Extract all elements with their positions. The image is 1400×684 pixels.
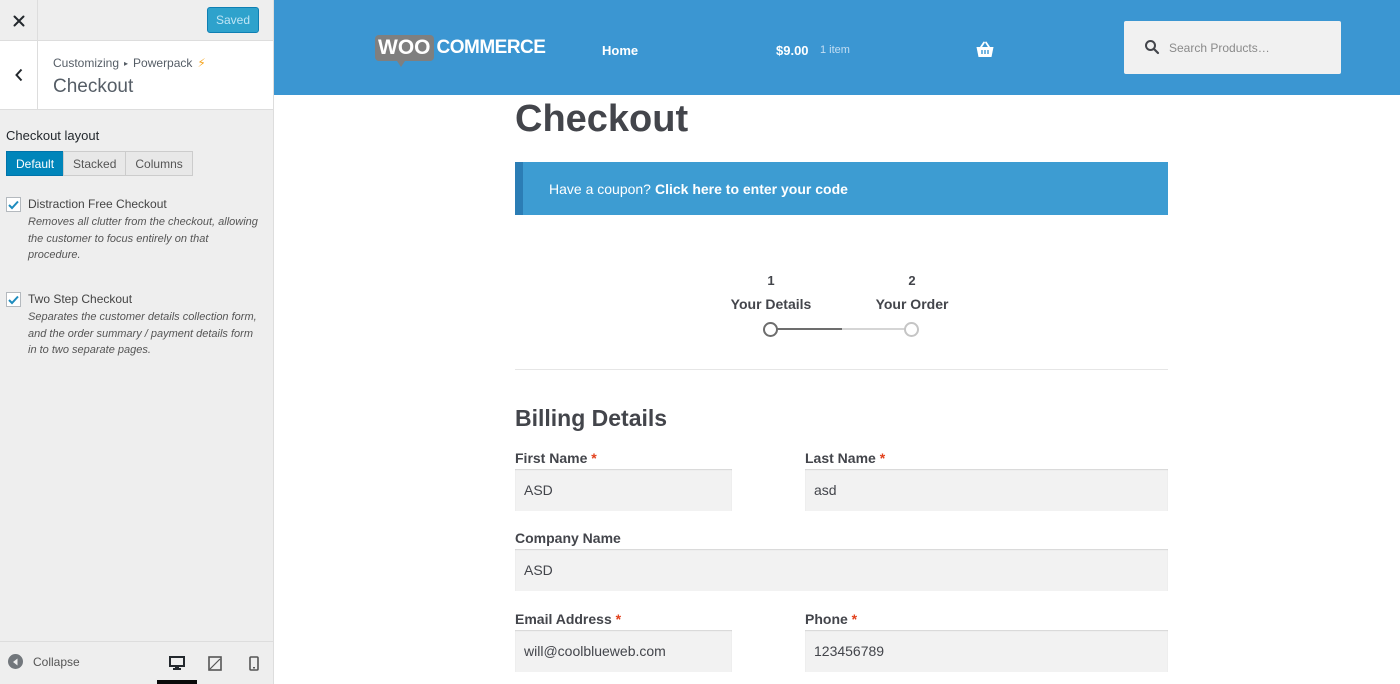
last-name-label-text: Last Name	[805, 450, 876, 466]
coupon-link[interactable]: Click here to enter your code	[655, 181, 848, 197]
email-label: Email Address *	[515, 611, 621, 627]
breadcrumb-separator-icon: ▸	[124, 58, 129, 68]
distraction-free-label[interactable]: Distraction Free Checkout	[28, 197, 167, 211]
layout-stacked-button[interactable]: Stacked	[63, 151, 127, 176]
email-label-text: Email Address	[515, 611, 612, 627]
customizer-footer: Collapse	[0, 641, 273, 684]
checkmark-icon	[8, 295, 19, 304]
layout-columns-button[interactable]: Columns	[125, 151, 193, 176]
desktop-preview-button[interactable]	[165, 652, 189, 674]
phone-label-text: Phone	[805, 611, 848, 627]
tablet-preview-button[interactable]	[203, 652, 227, 674]
step-progress-fill	[770, 328, 842, 330]
desktop-icon	[169, 656, 185, 670]
checkmark-icon	[8, 200, 19, 209]
required-marker: *	[591, 450, 597, 466]
tablet-icon	[208, 655, 222, 671]
chevron-left-icon	[14, 68, 22, 82]
first-name-label-text: First Name	[515, 450, 588, 466]
customizer-sidebar: Saved Customizing ▸ Powerpack ⚡ Checkout…	[0, 0, 274, 684]
required-marker: *	[615, 611, 622, 627]
search-input[interactable]	[1169, 37, 1329, 59]
section-divider	[515, 369, 1168, 370]
coupon-notice: Have a coupon? Click here to enter your …	[515, 162, 1168, 215]
distraction-free-description: Removes all clutter from the checkout, a…	[28, 216, 258, 261]
first-name-label: First Name *	[515, 450, 597, 466]
billing-details-heading: Billing Details	[515, 405, 668, 431]
phone-label: Phone *	[805, 611, 857, 627]
site-header: WOO COMMERCE Home $9.00 1 item	[274, 0, 1400, 95]
mobile-preview-button[interactable]	[242, 652, 266, 674]
basket-icon[interactable]	[975, 41, 995, 59]
section-title: Checkout	[53, 76, 134, 97]
product-search-box	[1124, 21, 1341, 74]
breadcrumb-root: Customizing	[53, 56, 120, 70]
active-device-indicator	[157, 680, 197, 684]
search-icon	[1145, 40, 1160, 55]
first-name-field[interactable]	[515, 469, 732, 511]
layout-default-button[interactable]: Default	[6, 151, 65, 176]
collapse-label: Collapse	[33, 654, 80, 669]
page-title: Checkout	[515, 98, 689, 140]
close-customizer-button[interactable]	[0, 0, 38, 41]
customizer-header: Saved	[0, 0, 273, 41]
company-name-label: Company Name	[515, 530, 621, 546]
step-2-dot[interactable]	[904, 322, 919, 337]
section-title-bar: Customizing ▸ Powerpack ⚡ Checkout	[0, 41, 273, 110]
two-step-label[interactable]: Two Step Checkout	[28, 292, 132, 306]
close-icon	[13, 15, 24, 26]
phone-field[interactable]	[805, 630, 1168, 672]
last-name-label: Last Name *	[805, 450, 885, 466]
cart-total-link[interactable]: $9.00	[776, 43, 809, 58]
logo-commerce-text: COMMERCE	[436, 37, 546, 58]
last-name-field[interactable]	[805, 469, 1168, 511]
collapse-button[interactable]: Collapse	[8, 654, 80, 669]
two-step-checkbox[interactable]	[6, 292, 21, 307]
required-marker: *	[851, 611, 858, 627]
step-1-label[interactable]: Your Details	[721, 296, 821, 312]
checkout-layout-button-group: Default Stacked Columns	[6, 151, 193, 176]
company-name-field[interactable]	[515, 549, 1168, 591]
coupon-text: Have a coupon?	[549, 180, 651, 197]
cart-item-count: 1 item	[820, 44, 850, 56]
back-button[interactable]	[0, 41, 38, 109]
breadcrumb-section: Powerpack	[133, 56, 193, 70]
step-1-dot[interactable]	[763, 322, 778, 337]
logo-woo-text: WOO	[375, 35, 434, 67]
email-field[interactable]	[515, 630, 732, 672]
bolt-icon: ⚡	[197, 56, 206, 70]
distraction-free-checkbox[interactable]	[6, 197, 21, 212]
breadcrumb: Customizing ▸ Powerpack ⚡	[53, 56, 206, 70]
nav-home-link[interactable]: Home	[602, 43, 638, 58]
required-marker: *	[879, 450, 886, 466]
saved-button[interactable]: Saved	[207, 7, 259, 33]
step-2-number: 2	[908, 273, 916, 288]
checkout-layout-label: Checkout layout	[6, 128, 100, 143]
step-2-label[interactable]: Your Order	[862, 296, 962, 312]
two-step-description: Separates the customer details collectio…	[28, 311, 257, 356]
collapse-icon	[8, 654, 23, 669]
step-1-number: 1	[767, 273, 775, 288]
site-preview: WOO COMMERCE Home $9.00 1 item Checkout …	[274, 0, 1400, 684]
woocommerce-logo[interactable]: WOO COMMERCE	[375, 35, 546, 67]
mobile-icon	[249, 655, 259, 671]
